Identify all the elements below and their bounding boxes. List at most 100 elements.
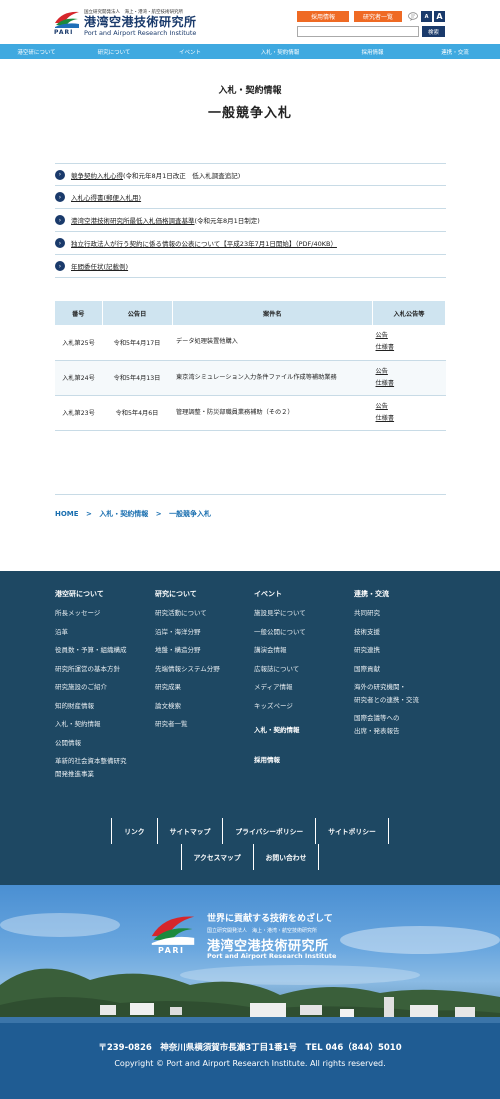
footer-link[interactable]: 国際会議等への 出席・発表報告 <box>354 712 419 737</box>
footer-link-links[interactable]: リンク <box>111 818 156 844</box>
link-bid-rules[interactable]: 競争契約入札心得 <box>71 170 123 180</box>
nav-item-collaboration[interactable]: 連携・交流 <box>410 44 500 59</box>
footer-link-access-map[interactable]: アクセスマップ <box>180 844 253 870</box>
breadcrumb: HOME > 入札・契約情報 > 一般競争入札 <box>55 509 211 519</box>
footer-link[interactable]: 所長メッセージ <box>55 607 127 626</box>
footer-column-about: 港空研について 所長メッセージ 沿革 役員数・予算・組織構成 研究所運営の基本方… <box>55 589 127 786</box>
footer-link[interactable]: 革新的社会資本整備研究 開発推進事業 <box>55 755 127 780</box>
footer-link[interactable]: キッズページ <box>254 700 306 719</box>
recruit-button[interactable]: 採用情報 <box>297 11 349 22</box>
nav-item-about[interactable]: 港空研について <box>0 44 73 59</box>
column-header-documents: 入札公告等 <box>372 301 446 325</box>
footer-link[interactable]: 論文検索 <box>155 700 220 719</box>
footer-link[interactable]: 広報誌について <box>254 663 306 682</box>
footer-link[interactable]: 研究所運営の基本方針 <box>55 663 127 682</box>
link-min-price-standard[interactable]: 港湾空港技術研究所最低入札価格調査基準 <box>71 215 195 225</box>
footer-link[interactable]: 研究施設のご紹介 <box>55 681 127 700</box>
footer-link[interactable]: 講演会情報 <box>254 644 306 663</box>
page-subtitle: 入札・契約情報 <box>218 86 282 96</box>
list-item: › 競争契約入札心得 (令和元年8月1日改正 低入札調査追記) <box>55 163 446 186</box>
copyright: Copyright © Port and Airport Research In… <box>114 1059 386 1068</box>
footer-link[interactable]: 海外の研究機関・ 研究者との連携・交流 <box>354 681 419 706</box>
footer-heading[interactable]: 港空研について <box>55 589 127 599</box>
list-item: › 入札心得書(郵便入札用) <box>55 186 446 209</box>
footer-link-site-policy[interactable]: サイトポリシー <box>315 818 389 844</box>
footer-link[interactable]: 研究者一覧 <box>155 718 220 737</box>
font-size-large-button[interactable]: A <box>434 11 445 22</box>
footer-link[interactable]: 地盤・構造分野 <box>155 644 220 663</box>
footer-link[interactable]: 役員数・予算・組織構成 <box>55 644 127 663</box>
cell-number: 入札第24号 <box>55 360 102 396</box>
footer-heading[interactable]: 研究について <box>155 589 220 599</box>
footer-link[interactable]: 一般公開について <box>254 626 306 645</box>
cell-title: 管理調整・防災部職員業務補助（その２） <box>172 395 373 431</box>
cell-title: データ処理装置他購入 <box>172 325 373 361</box>
arrow-right-icon: › <box>55 261 65 271</box>
search-input[interactable] <box>297 26 419 37</box>
breadcrumb-current: 一般競争入札 <box>169 510 212 518</box>
footer-link[interactable]: メディア情報 <box>254 681 306 700</box>
page-title: 一般競争入札 <box>207 106 292 121</box>
link-note: (令和元年8月1日制定) <box>194 217 260 225</box>
footer-link[interactable]: 技術支援 <box>354 626 419 645</box>
footer-link[interactable]: 研究成果 <box>155 681 220 700</box>
cell-documents: 公告 仕様書 <box>372 360 446 396</box>
footer-link[interactable]: 公開情報 <box>55 737 127 756</box>
speech-icon[interactable] <box>407 11 418 22</box>
researchers-list-button[interactable]: 研究者一覧 <box>354 11 402 22</box>
footer-link-privacy-policy[interactable]: プライバシーポリシー <box>222 818 315 844</box>
link-annual-proxy-example[interactable]: 年間委任状(記載例) <box>71 261 128 271</box>
link-postal-bid-rules[interactable]: 入札心得書(郵便入札用) <box>71 192 141 202</box>
nav-item-recruit[interactable]: 採用情報 <box>335 44 410 59</box>
pari-logo-icon: PARI <box>54 9 80 37</box>
cell-documents: 公告 仕様書 <box>372 395 446 431</box>
footer-link-sitemap[interactable]: サイトマップ <box>156 818 223 844</box>
cell-date: 令和5年4月6日 <box>102 395 172 431</box>
footer-heading-bidding[interactable]: 入札・契約情報 <box>254 724 306 748</box>
list-item: › 年間委任状(記載例) <box>55 255 446 278</box>
specification-link[interactable]: 仕様書 <box>376 342 446 354</box>
site-footer: 港空研について 所長メッセージ 沿革 役員数・予算・組織構成 研究所運営の基本方… <box>0 571 500 885</box>
breadcrumb-home[interactable]: HOME <box>55 510 79 518</box>
column-header-title: 案件名 <box>172 301 373 325</box>
footer-link-contact[interactable]: お問い合わせ <box>252 844 320 870</box>
nav-item-events[interactable]: イベント <box>155 44 225 59</box>
notice-link[interactable]: 公告 <box>376 366 446 378</box>
site-logo[interactable]: PARI 国立研究開発法人 海上・港湾・航空技術研究所 港湾空港技術研究所 Po… <box>54 9 197 37</box>
banner-english-name: Port and Airport Research Institute <box>207 952 337 960</box>
site-header: PARI 国立研究開発法人 海上・港湾・航空技術研究所 港湾空港技術研究所 Po… <box>0 0 500 44</box>
footer-link[interactable]: 研究活動について <box>155 607 220 626</box>
footer-link[interactable]: 研究連携 <box>354 644 419 663</box>
nav-item-research[interactable]: 研究について <box>73 44 155 59</box>
breadcrumb-bidding[interactable]: 入札・契約情報 <box>99 510 148 518</box>
search-button[interactable]: 検索 <box>422 26 445 37</box>
notice-link[interactable]: 公告 <box>376 401 446 413</box>
font-size-small-button[interactable]: A <box>421 11 432 22</box>
notice-link[interactable]: 公告 <box>376 330 446 342</box>
arrow-right-icon: › <box>55 238 65 248</box>
footer-link[interactable]: 共同研究 <box>354 607 419 626</box>
footer-utility-links: リンク サイトマップ プライバシーポリシー サイトポリシー アクセスマップ お問… <box>101 818 399 870</box>
footer-heading[interactable]: 連携・交流 <box>354 589 419 599</box>
footer-link[interactable]: 沿岸・海洋分野 <box>155 626 220 645</box>
bid-table: 番号 公告日 案件名 入札公告等 入札第25号 令和5年4月17日 データ処理装… <box>55 301 446 431</box>
footer-link[interactable]: 国際貢献 <box>354 663 419 682</box>
banner-tagline: 世界に貢献する技術をめざして <box>207 914 333 924</box>
footer-link[interactable]: 施設見学について <box>254 607 306 626</box>
specification-link[interactable]: 仕様書 <box>376 413 446 425</box>
nav-item-bidding[interactable]: 入札・契約情報 <box>225 44 335 59</box>
document-link-list: › 競争契約入札心得 (令和元年8月1日改正 低入札調査追記) › 入札心得書(… <box>55 163 446 278</box>
column-header-date: 公告日 <box>102 301 173 325</box>
specification-link[interactable]: 仕様書 <box>376 378 446 390</box>
logo-japanese-name: 港湾空港技術研究所 <box>84 15 197 29</box>
footer-link[interactable]: 知的財産情報 <box>55 700 127 719</box>
footer-heading-recruit[interactable]: 採用情報 <box>254 754 306 778</box>
footer-link[interactable]: 沿革 <box>55 626 127 645</box>
cell-documents: 公告 仕様書 <box>372 325 446 361</box>
link-contract-disclosure-pdf[interactable]: 独立行政法人が行う契約に係る情報の公表について【平成23年7月1日開始】（PDF… <box>71 238 337 248</box>
banner-org-name: 国立研究開発法人 海上・港湾・航空技術研究所 <box>207 928 318 934</box>
footer-link[interactable]: 入札・契約情報 <box>55 718 127 737</box>
footer-heading[interactable]: イベント <box>254 589 306 599</box>
footer-link[interactable]: 先端情報システム分野 <box>155 663 220 682</box>
logo-pari-text: PARI <box>54 29 74 36</box>
